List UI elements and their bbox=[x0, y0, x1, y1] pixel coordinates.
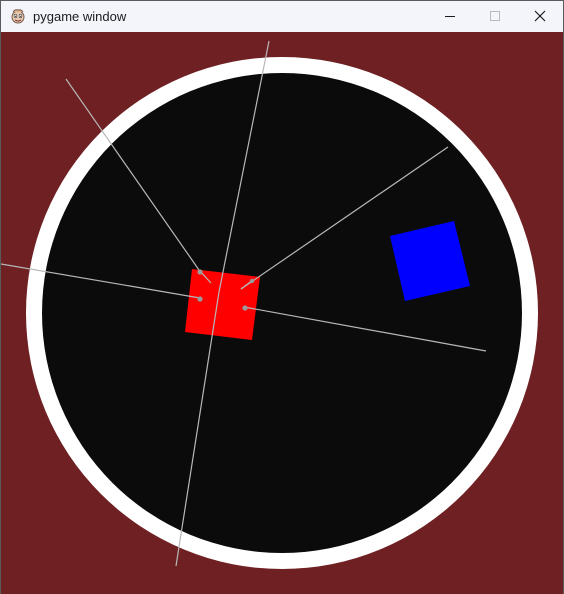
sensor-dot bbox=[197, 296, 203, 302]
game-canvas[interactable] bbox=[1, 32, 563, 594]
close-icon bbox=[534, 10, 546, 22]
pygame-window: pygame window bbox=[0, 0, 564, 594]
sensor-dot bbox=[242, 305, 248, 311]
maximize-button[interactable] bbox=[472, 1, 518, 32]
title-bar[interactable]: pygame window bbox=[1, 1, 563, 32]
minimize-button[interactable] bbox=[427, 1, 473, 32]
arena-floor bbox=[42, 73, 522, 553]
sensor-dot bbox=[249, 278, 255, 284]
pygame-snake-icon bbox=[11, 9, 25, 24]
player-square bbox=[185, 269, 260, 340]
close-button[interactable] bbox=[517, 1, 563, 32]
sensor-dot bbox=[197, 269, 203, 275]
window-title: pygame window bbox=[33, 9, 127, 24]
maximize-icon bbox=[490, 11, 500, 21]
